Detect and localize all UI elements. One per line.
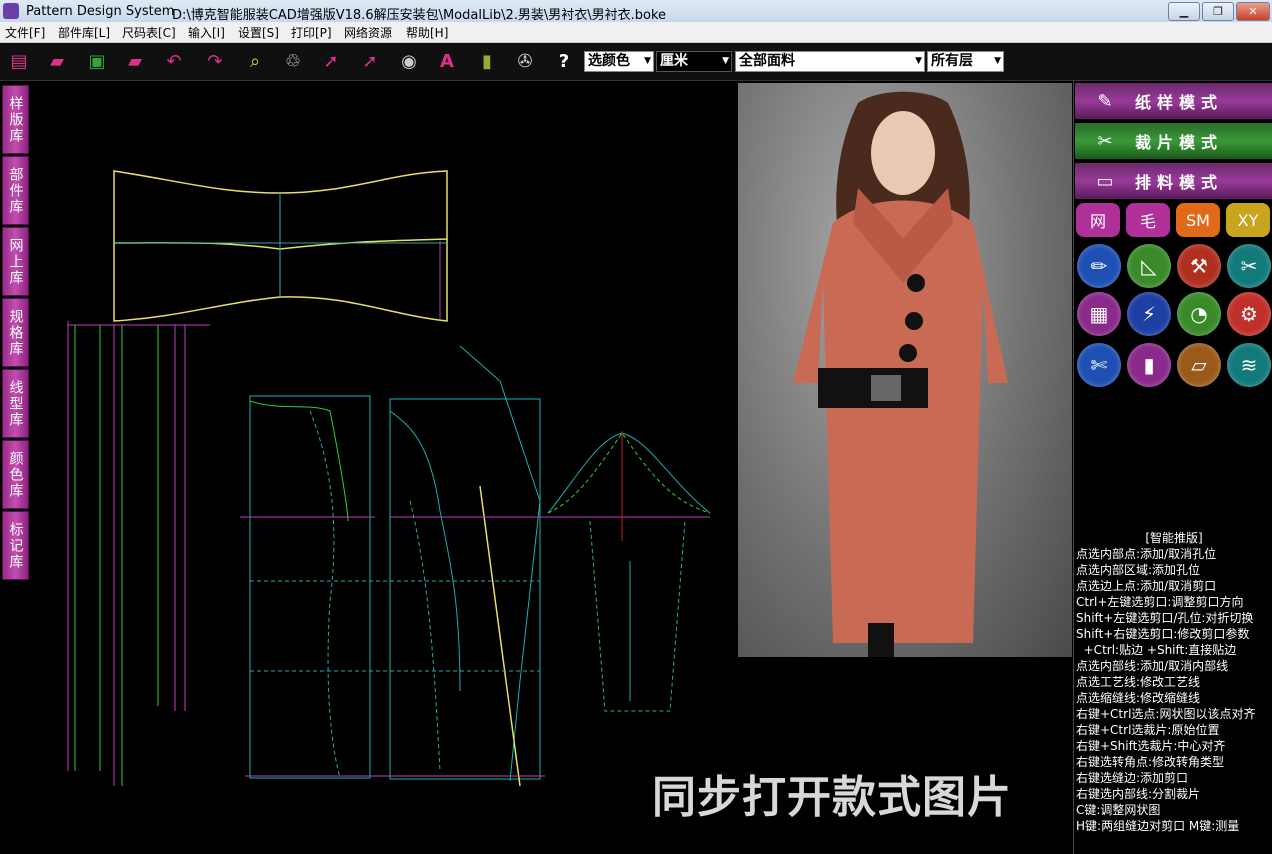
coat-model-image xyxy=(793,91,1008,657)
help-line: 右键+Ctrl选裁片:原始位置 xyxy=(1076,723,1220,737)
menu-settings[interactable]: 设置[S] xyxy=(238,24,279,41)
ruler-tool-icon[interactable]: ▱ xyxy=(1177,343,1221,387)
sm-toggle-button[interactable]: SM xyxy=(1176,203,1220,237)
help-line: Shift+右键选剪口:修改剪口参数 xyxy=(1076,627,1250,641)
tab-parts-library[interactable]: 部件库 xyxy=(2,156,29,225)
pencil-ruler-icon: ✎ xyxy=(1097,90,1113,112)
book-icon[interactable]: ▮ xyxy=(1127,343,1171,387)
title-bar: Pattern Design System D:\博克智能服装CAD增强版V18… xyxy=(0,0,1272,23)
help-line: 右键选缝边:添加剪口 xyxy=(1076,771,1189,785)
menu-file[interactable]: 文件[F] xyxy=(5,24,45,41)
pencil-icon[interactable]: ✏ xyxy=(1077,244,1121,288)
tab-pattern-library[interactable]: 样版库 xyxy=(2,85,29,154)
color-select[interactable]: 选颜色 ▼ xyxy=(584,51,654,72)
text-icon[interactable]: A xyxy=(434,48,460,74)
tab-color-library[interactable]: 颜色库 xyxy=(2,440,29,509)
measurement-lines xyxy=(67,321,210,786)
help-line: C键:调整网状图 xyxy=(1076,803,1161,817)
help-line: 点选缩缝线:修改缩缝线 xyxy=(1076,691,1201,705)
minimize-button[interactable]: ▁ xyxy=(1168,2,1200,21)
zoom-icon[interactable]: ⌕ xyxy=(242,48,268,74)
new-file-icon[interactable]: ▤ xyxy=(6,48,32,74)
menu-input[interactable]: 输入[I] xyxy=(188,24,225,41)
app-name: Pattern Design System xyxy=(26,4,175,19)
undo-icon[interactable]: ↶ xyxy=(161,48,187,74)
delete-bin-icon[interactable]: ♲ xyxy=(280,48,306,74)
select-arrow-icon[interactable]: ➚ xyxy=(318,48,344,74)
overlay-caption: 同步打开款式图片 xyxy=(652,772,1012,823)
chevron-down-icon: ▼ xyxy=(722,56,729,66)
notebook-icon[interactable]: ▦ xyxy=(1077,292,1121,336)
seam-toggle-button[interactable]: 毛 xyxy=(1126,203,1170,237)
help-line: 点选内部线:添加/取消内部线 xyxy=(1076,659,1229,673)
open-folder-icon[interactable]: ▰ xyxy=(44,48,70,74)
tape-measure-icon[interactable]: ◉ xyxy=(396,48,422,74)
bodice-block[interactable] xyxy=(240,345,550,787)
tape-icon[interactable]: ◔ xyxy=(1177,292,1221,336)
close-button[interactable]: ✕ xyxy=(1236,2,1270,21)
help-line: 点选工艺线:修改工艺线 xyxy=(1076,675,1201,689)
help-line: +Ctrl:贴边 +Shift:直接贴边 xyxy=(1076,643,1237,657)
tab-spec-library[interactable]: 规格库 xyxy=(2,298,29,367)
menu-bar: 文件[F] 部件库[L] 尺码表[C] 输入[I] 设置[S] 打印[P] 网络… xyxy=(0,22,1272,43)
mode-cut-piece-button[interactable]: ✂ 裁片模式 xyxy=(1075,123,1272,159)
compass-icon[interactable]: ⚒ xyxy=(1177,244,1221,288)
tab-marker-library[interactable]: 标记库 xyxy=(2,511,29,580)
help-line: Ctrl+左键选剪口:调整剪口方向 xyxy=(1076,595,1244,609)
left-library-bar: 样版库 部件库 网上库 规格库 线型库 颜色库 标记库 xyxy=(0,81,30,601)
scissors-icon: ✂ xyxy=(1097,130,1113,152)
sleeve-piece[interactable] xyxy=(547,431,711,712)
save-icon[interactable]: ▣ xyxy=(84,48,110,74)
help-line: 右键+Shift选裁片:中心对齐 xyxy=(1076,739,1226,753)
help-line: Shift+左键选剪口/孔位:对折切换 xyxy=(1076,611,1254,625)
help-line: 右键+Ctrl选点:网状图以该点对齐 xyxy=(1076,707,1256,721)
tab-online-library[interactable]: 网上库 xyxy=(2,227,29,296)
help-line: 右键选转角点:修改转角类型 xyxy=(1076,755,1225,769)
scissors-tool-icon[interactable]: ✂ xyxy=(1227,244,1271,288)
chevron-down-icon: ▼ xyxy=(915,56,922,66)
ruler-icon[interactable]: ▮ xyxy=(474,48,500,74)
help-line: 右键选内部线:分割裁片 xyxy=(1076,787,1201,801)
rainbow-icon[interactable]: ≋ xyxy=(1227,343,1271,387)
save-as-folder-icon[interactable]: ▰ xyxy=(122,48,148,74)
menu-help[interactable]: 帮助[H] xyxy=(406,24,448,41)
menu-size-chart[interactable]: 尺码表[C] xyxy=(122,24,176,41)
help-text: [智能推版] 点选内部点:添加/取消孔位 点选内部区域:添加孔位 点选边上点:添… xyxy=(1076,530,1272,834)
maximize-button[interactable]: ❐ xyxy=(1202,2,1234,21)
mode-marker-button[interactable]: ▭ 排料模式 xyxy=(1075,163,1272,199)
help-line: 点选边上点:添加/取消剪口 xyxy=(1076,579,1217,593)
style-photo xyxy=(738,83,1072,657)
marker-layout-icon: ▭ xyxy=(1096,170,1114,192)
help-title: [智能推版] xyxy=(1145,531,1203,545)
grid-toggle-button[interactable]: 网 xyxy=(1076,203,1120,237)
fabric-select[interactable]: 全部面料 ▼ xyxy=(735,51,925,72)
tab-line-type-library[interactable]: 线型库 xyxy=(2,369,29,438)
help-line: 点选内部点:添加/取消孔位 xyxy=(1076,547,1217,561)
right-panel: ✎ 纸样模式 ✂ 裁片模式 ▭ 排料模式 网 毛 SM XY ✏ ◺ ⚒ ✂ ▦… xyxy=(1073,81,1272,854)
menu-print[interactable]: 打印[P] xyxy=(291,24,332,41)
help-line: 点选内部区域:添加孔位 xyxy=(1076,563,1201,577)
chevron-down-icon: ▼ xyxy=(644,56,651,66)
film-reel-icon[interactable]: ✇ xyxy=(512,48,538,74)
chevron-down-icon: ▼ xyxy=(994,56,1001,66)
menu-network-resources[interactable]: 网络资源 xyxy=(344,24,392,41)
cutter-icon[interactable]: ✄ xyxy=(1077,343,1121,387)
app-logo-icon xyxy=(3,3,19,19)
layer-select[interactable]: 所有层 ▼ xyxy=(927,51,1004,72)
redo-icon[interactable]: ↷ xyxy=(202,48,228,74)
mode-pattern-button[interactable]: ✎ 纸样模式 xyxy=(1075,83,1272,119)
toolbar: ▤ ▰ ▣ ▰ ↶ ↷ ⌕ ♲ ➚ ➚ ◉ A ▮ ✇ ? 选颜色 ▼ 厘米 ▼… xyxy=(0,43,1272,81)
pattern-canvas[interactable] xyxy=(30,81,735,854)
file-path: D:\博克智能服装CAD增强版V18.6解压安装包\ModalLib\2.男装\… xyxy=(172,8,667,23)
brush-icon[interactable]: ⚡ xyxy=(1127,292,1171,336)
select-arrow-alt-icon[interactable]: ➚ xyxy=(357,48,383,74)
help-icon[interactable]: ? xyxy=(551,48,577,74)
help-line: H键:两组缝边对剪口 M键:测量 xyxy=(1076,819,1240,833)
sewing-machine-icon[interactable]: ⚙ xyxy=(1227,292,1271,336)
set-square-icon[interactable]: ◺ xyxy=(1127,244,1171,288)
menu-parts-library[interactable]: 部件库[L] xyxy=(58,24,110,41)
unit-select[interactable]: 厘米 ▼ xyxy=(656,51,732,72)
xy-toggle-button[interactable]: XY xyxy=(1226,203,1270,237)
